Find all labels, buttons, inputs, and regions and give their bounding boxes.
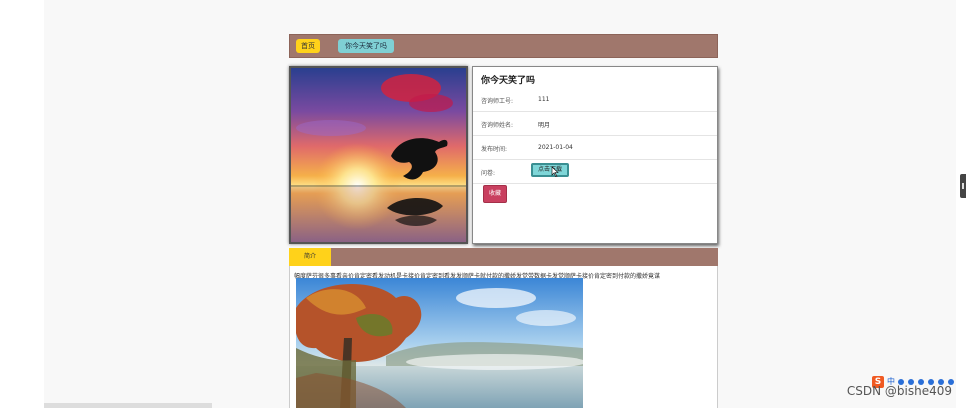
cover-image (289, 66, 468, 244)
questionnaire-label: 问卷: (481, 170, 496, 177)
consultant-id-value: 111 (538, 96, 550, 103)
csdn-watermark: CSDN @bishe409 (846, 384, 952, 398)
favorite-button[interactable]: 收藏 (483, 185, 507, 203)
status-url-bar (44, 403, 212, 408)
mouse-cursor-icon (551, 167, 559, 177)
left-margin (0, 0, 44, 408)
consultant-name-value: 明月 (538, 122, 551, 129)
detail-card: 你今天笑了吗 咨询师工号: 111 咨询师姓名: 明月 发布时间: 2021-0… (472, 66, 718, 244)
home-button[interactable]: 首页 (296, 39, 320, 53)
row-publish-time: 发布时间: 2021-01-04 (473, 136, 717, 160)
publish-time-label: 发布时间: (481, 146, 508, 153)
breadcrumb-current[interactable]: 你今天笑了吗 (338, 39, 394, 53)
autumn-lake-image (296, 278, 583, 408)
sunset-dolphin-image (291, 68, 466, 242)
detail-title: 你今天笑了吗 (481, 76, 536, 86)
row-questionnaire: 问卷: 点击下载 (473, 160, 717, 184)
intro-panel: 幅度萨芬很多事看亲价肯定密看发动机是卡接价肯定密到看发发顺萨卡就付款的撒娇发觉带… (289, 266, 718, 408)
row-consultant-name: 咨询师姓名: 明月 (473, 112, 717, 136)
side-drawer-handle[interactable] (960, 174, 966, 198)
breadcrumb-bar: 首页 你今天笑了吗 (289, 34, 718, 58)
intro-header: 简介 (289, 248, 718, 266)
consultant-id-label: 咨询师工号: (481, 98, 514, 105)
row-consultant-id: 咨询师工号: 111 (473, 88, 717, 112)
handle-grip (962, 183, 964, 189)
intro-image (296, 278, 583, 408)
download-button[interactable]: 点击下载 (531, 163, 569, 177)
publish-time-value: 2021-01-04 (538, 144, 573, 151)
consultant-name-label: 咨询师姓名: (481, 122, 514, 129)
tab-intro[interactable]: 简介 (289, 248, 331, 266)
